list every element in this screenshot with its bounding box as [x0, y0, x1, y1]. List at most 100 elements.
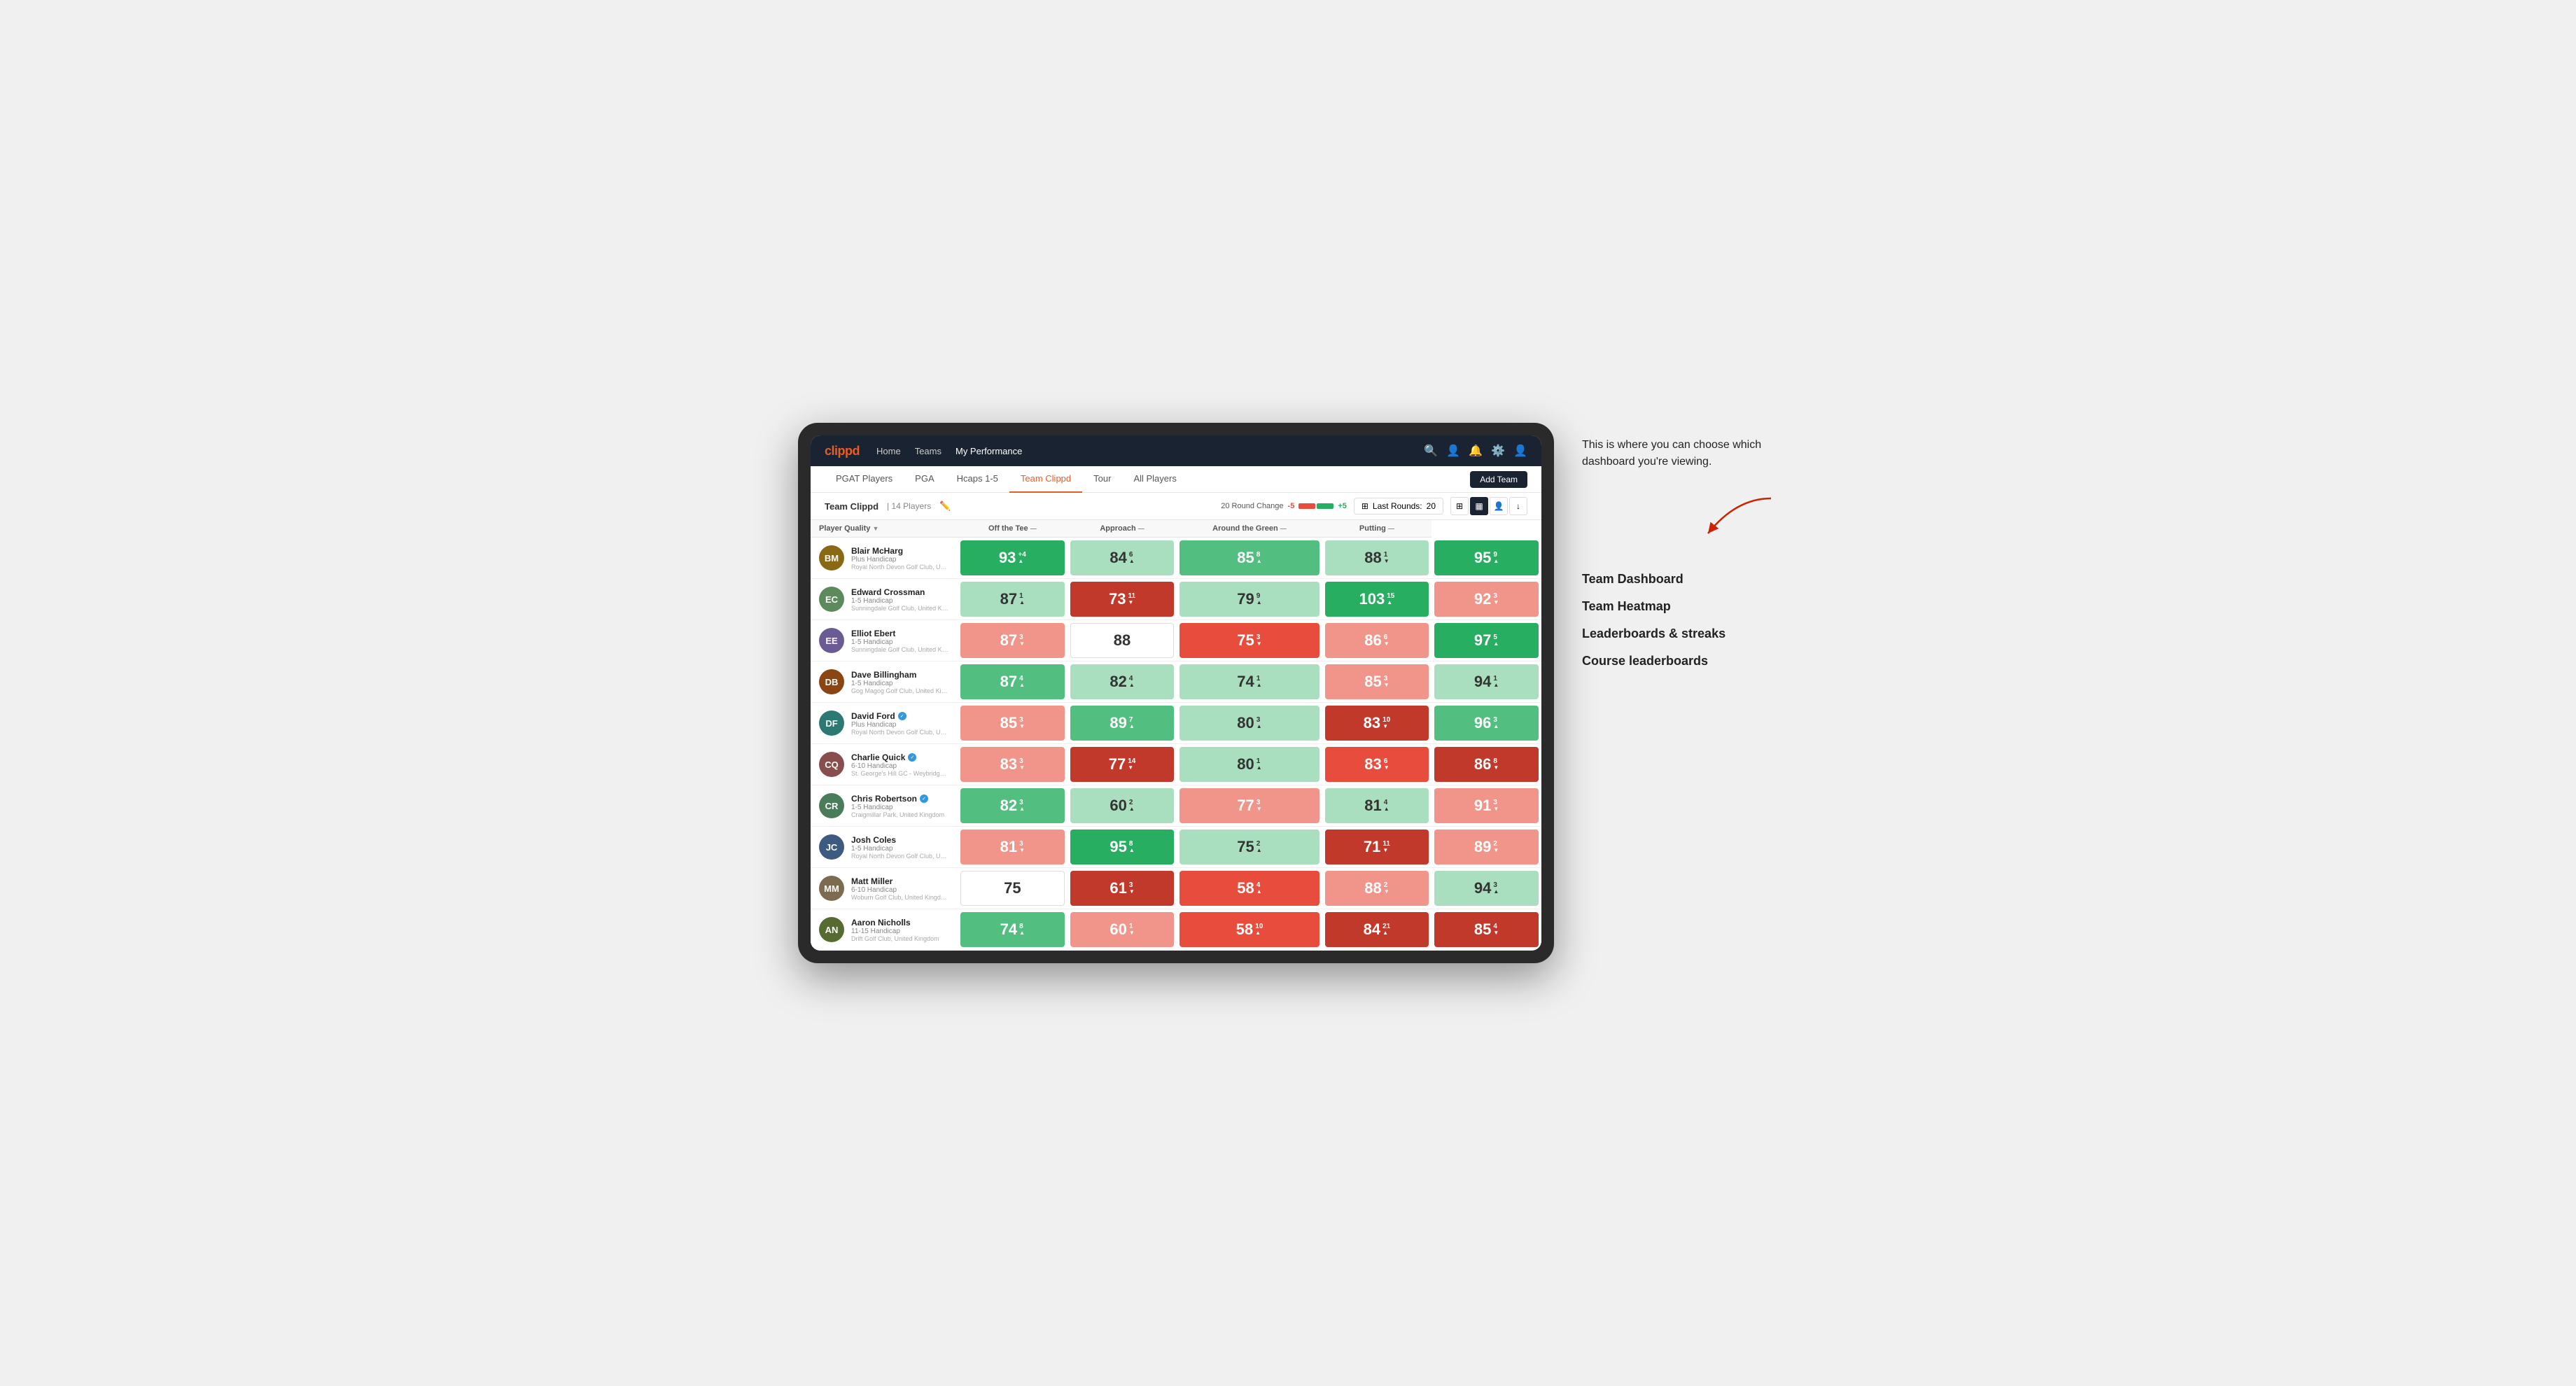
nav-link-home[interactable]: Home — [876, 446, 901, 456]
score-box: 799▲ — [1180, 582, 1319, 617]
player-cell-td[interactable]: CQCharlie Quick✓6-10 HandicapSt. George'… — [811, 744, 958, 785]
nav-link-myperformance[interactable]: My Performance — [955, 446, 1022, 456]
score-change: 3▼ — [1256, 799, 1262, 813]
tab-hcaps[interactable]: Hcaps 1-5 — [946, 466, 1009, 493]
grid-view-icon[interactable]: ⊞ — [1450, 497, 1469, 515]
score-cell-off-tee: 824▲ — [1068, 662, 1177, 703]
score-cell-approach: 799▲ — [1177, 579, 1322, 620]
player-info: Edward Crossman1-5 HandicapSunningdale G… — [851, 587, 949, 612]
player-cell-td[interactable]: ECEdward Crossman1-5 HandicapSunningdale… — [811, 579, 958, 620]
menu-option-team-dashboard[interactable]: Team Dashboard — [1582, 572, 1778, 587]
player-handicap: Plus Handicap — [851, 721, 949, 729]
tabs: PGAT Players PGA Hcaps 1-5 Team Clippd T… — [825, 466, 1188, 493]
score-cell-player-quality: 853▼ — [958, 703, 1068, 744]
sort-arrow-approach[interactable]: — — [1138, 525, 1144, 532]
sort-arrow-player[interactable]: ▼ — [872, 525, 878, 532]
tab-tour[interactable]: Tour — [1082, 466, 1122, 493]
menu-option-team-heatmap[interactable]: Team Heatmap — [1582, 599, 1778, 614]
download-view-icon[interactable]: ↓ — [1509, 497, 1527, 515]
score-change: 9▲ — [1493, 551, 1499, 565]
change-arrow: ▼ — [1019, 641, 1025, 648]
score-box: 75 — [960, 871, 1065, 906]
score-cell-player-quality: 874▲ — [958, 662, 1068, 703]
menu-option-leaderboards[interactable]: Leaderboards & streaks — [1582, 626, 1778, 641]
menu-option-course-leaderboards[interactable]: Course leaderboards — [1582, 654, 1778, 668]
add-team-button[interactable]: Add Team — [1470, 471, 1527, 488]
player-handicap: 6-10 Handicap — [851, 886, 949, 894]
user-icon[interactable]: 👤 — [1446, 444, 1460, 458]
score-number: 83 — [1000, 755, 1017, 774]
tablet-frame: clippd Home Teams My Performance 🔍 👤 🔔 ⚙… — [798, 423, 1554, 963]
score-box: 833▼ — [960, 747, 1065, 782]
nav-links: Home Teams My Performance — [876, 446, 1407, 456]
bell-icon[interactable]: 🔔 — [1469, 444, 1483, 458]
score-number: 60 — [1110, 797, 1126, 815]
score-cell-around-green: 882▼ — [1322, 868, 1432, 909]
score-number: 75 — [1237, 838, 1254, 856]
score-cell-approach: 752▲ — [1177, 827, 1322, 868]
score-cell-putting: 923▼ — [1432, 579, 1541, 620]
arrow-svg — [1694, 491, 1778, 547]
tab-team-clippd[interactable]: Team Clippd — [1009, 466, 1082, 493]
player-cell-td[interactable]: BMBlair McHargPlus HandicapRoyal North D… — [811, 538, 958, 579]
sort-arrow-around-green[interactable]: — — [1280, 525, 1287, 532]
score-number: 94 — [1474, 879, 1491, 897]
nav-link-teams[interactable]: Teams — [915, 446, 941, 456]
score-box: 7714▼ — [1070, 747, 1175, 782]
avatar-icon[interactable]: 👤 — [1513, 444, 1527, 458]
edit-icon[interactable]: ✏️ — [939, 500, 951, 512]
score-cell-around-green: 853▼ — [1322, 662, 1432, 703]
score-cell-player-quality: 813▼ — [958, 827, 1068, 868]
sort-arrow-putting[interactable]: — — [1388, 525, 1394, 532]
tab-pga[interactable]: PGA — [904, 466, 945, 493]
tab-all-players[interactable]: All Players — [1122, 466, 1187, 493]
score-cell-approach: 801▲ — [1177, 744, 1322, 785]
score-change: 6▼ — [1384, 757, 1390, 771]
player-cell-td[interactable]: DFDavid Ford✓Plus HandicapRoyal North De… — [811, 703, 958, 744]
score-change: 1▲ — [1493, 675, 1499, 689]
page-wrapper: clippd Home Teams My Performance 🔍 👤 🔔 ⚙… — [798, 423, 1778, 963]
player-cell-td[interactable]: EEElliot Ebert1-5 HandicapSunningdale Go… — [811, 620, 958, 662]
player-cell-td[interactable]: CRChris Robertson✓1-5 HandicapCraigmilla… — [811, 785, 958, 827]
score-change: 3▼ — [1019, 716, 1025, 730]
tab-pgat-players[interactable]: PGAT Players — [825, 466, 904, 493]
player-cell-td[interactable]: MMMatt Miller6-10 HandicapWoburn Golf Cl… — [811, 868, 958, 909]
score-cell-around-green: 8310▼ — [1322, 703, 1432, 744]
score-number: 91 — [1474, 797, 1491, 815]
score-change: 1▲ — [1256, 675, 1262, 689]
score-number: 95 — [1474, 549, 1491, 567]
score-box: 943▲ — [1434, 871, 1539, 906]
score-change: 1▼ — [1129, 923, 1135, 937]
score-number: 87 — [1000, 590, 1017, 608]
score-cell-around-green: 7111▼ — [1322, 827, 1432, 868]
score-change: 6▲ — [1129, 551, 1135, 565]
player-handicap: 11-15 Handicap — [851, 927, 939, 935]
avatar: BM — [819, 545, 844, 570]
score-cell-putting: 975▲ — [1432, 620, 1541, 662]
score-cell-off-tee: 602▲ — [1068, 785, 1177, 827]
score-cell-player-quality: 871▲ — [958, 579, 1068, 620]
player-cell-td[interactable]: JCJosh Coles1-5 HandicapRoyal North Devo… — [811, 827, 958, 868]
player-cell-td[interactable]: ANAaron Nicholls11-15 HandicapDrift Golf… — [811, 909, 958, 951]
person-view-icon[interactable]: 👤 — [1490, 497, 1508, 515]
heatmap-view-icon[interactable]: ▦ — [1470, 497, 1488, 515]
change-arrow: ▼ — [1256, 806, 1262, 813]
change-arrow: ▼ — [1384, 889, 1390, 895]
settings-icon[interactable]: ⚙️ — [1491, 444, 1505, 458]
score-cell-around-green: 881▼ — [1322, 538, 1432, 579]
search-icon[interactable]: 🔍 — [1424, 444, 1438, 458]
score-cell-player-quality: 93+4▲ — [958, 538, 1068, 579]
score-change: 3▲ — [1493, 716, 1499, 730]
score-change: 3▲ — [1493, 881, 1499, 895]
score-cell-approach: 753▼ — [1177, 620, 1322, 662]
score-change: 4▲ — [1129, 675, 1135, 689]
change-arrow: ▲ — [1129, 806, 1135, 813]
score-change: 10▼ — [1382, 716, 1390, 730]
player-cell-td[interactable]: DBDave Billingham1-5 HandicapGog Magog G… — [811, 662, 958, 703]
change-arrow: ▲ — [1018, 559, 1023, 565]
change-arrow: ▼ — [1382, 848, 1388, 854]
last-rounds-button[interactable]: ⊞ Last Rounds: 20 — [1354, 498, 1443, 514]
player-info: Charlie Quick✓6-10 HandicapSt. George's … — [851, 752, 949, 777]
score-number: 85 — [1474, 920, 1491, 939]
sort-arrow-off-tee[interactable]: — — [1030, 525, 1037, 532]
